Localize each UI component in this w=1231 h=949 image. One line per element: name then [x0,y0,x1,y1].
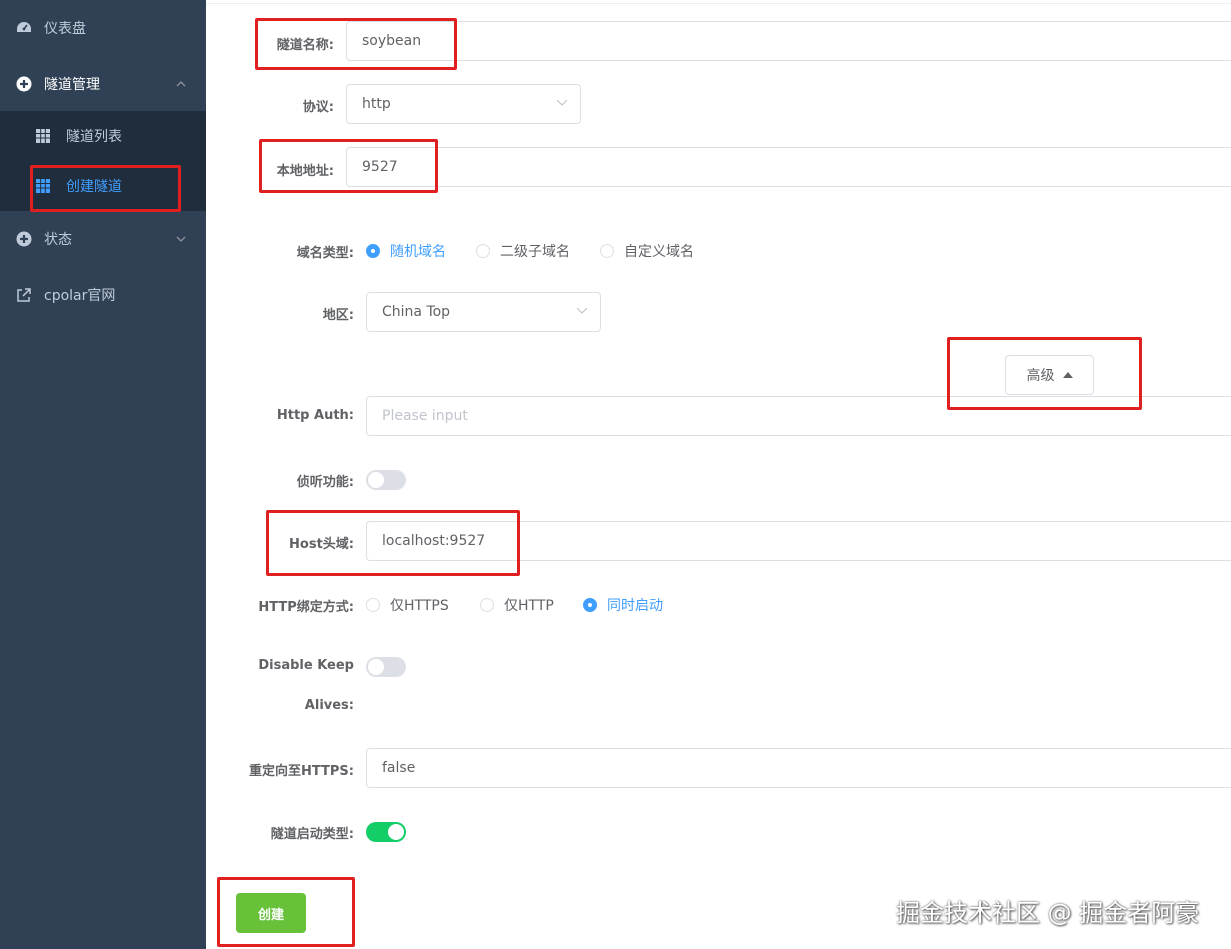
radio-dot [366,244,380,258]
sidebar-item-label: 创建隧道 [66,179,122,195]
chevron-down-icon [576,307,588,314]
sidebar-item-status[interactable]: 状态 [0,211,206,267]
dashboard-icon [17,22,31,32]
protocol-value: http [362,96,391,112]
sidebar-item-dashboard[interactable]: 仪表盘 [0,0,206,56]
radio-both[interactable]: 同时启动 [583,595,663,615]
inspect-switch[interactable] [366,470,406,490]
chevron-down-icon [556,99,568,106]
http-auth-placeholder: Please input [382,408,468,424]
radio-https-only[interactable]: 仅HTTPS [366,595,449,615]
main-content: 隧道名称: soybean 协议: http 本地地址: 9527 域名类型: … [206,0,1231,949]
advanced-label: 高级 [1026,368,1055,384]
chevron-down-icon [176,236,186,242]
start-type-label: 隧道启动类型: [270,827,354,842]
watermark: 掘金技术社区 @ 掘金者阿豪 [896,899,1200,927]
tunnel-name-label: 隧道名称: [276,38,334,53]
http-auth-label: Http Auth: [276,408,354,423]
radio-http-only[interactable]: 仅HTTP [480,595,554,615]
sidebar-item-label: cpolar官网 [44,288,116,304]
sidebar: 仪表盘 隧道管理 隧道列表 创建隧道 状态 cpolar官网 [0,0,206,949]
radio-label: 二级子域名 [500,244,570,260]
sidebar-item-label: 隧道列表 [66,129,122,145]
local-address-input[interactable]: 9527 [346,147,1231,187]
table-icon [36,179,50,193]
radio-dot [480,598,494,612]
radio-label: 仅HTTPS [390,598,449,614]
sidebar-item-tunnel-list[interactable]: 隧道列表 [0,111,206,161]
radio-dot [600,244,614,258]
tunnel-name-input[interactable]: soybean [346,21,1231,61]
radio-dot [583,598,597,612]
tunnel-manage-icon [16,76,32,92]
inspect-label: 侦听功能: [296,475,354,490]
region-label: 地区: [322,308,354,323]
radio-label: 仅HTTP [504,598,554,614]
radio-label: 自定义域名 [624,244,694,260]
sidebar-item-label: 状态 [44,232,72,248]
http-auth-input[interactable]: Please input [366,396,1231,436]
sidebar-item-create-tunnel[interactable]: 创建隧道 [0,161,206,211]
radio-random-domain[interactable]: 随机域名 [366,241,446,261]
sidebar-item-label: 仪表盘 [44,21,86,37]
status-icon [16,231,32,247]
sidebar-item-label: 隧道管理 [44,77,100,93]
create-button[interactable]: 创建 [236,893,306,933]
disable-keep-alive-label: Disable Keep [258,658,354,673]
disable-keep-alive-label-2: Alives: [304,698,354,713]
host-header-input[interactable]: localhost:9527 [366,521,1231,561]
redirect-https-label: 重定向至HTTPS: [248,764,354,779]
external-link-icon [17,288,31,302]
protocol-label: 协议: [302,100,334,115]
chevron-up-icon [176,81,186,87]
region-select[interactable]: China Top [366,292,601,332]
radio-dot [476,244,490,258]
radio-dot [366,598,380,612]
protocol-select[interactable]: http [346,84,581,124]
radio-custom-domain[interactable]: 自定义域名 [600,241,694,261]
sidebar-item-tunnel-manage[interactable]: 隧道管理 [0,56,206,112]
redirect-https-input[interactable]: false [366,748,1231,788]
region-value: China Top [382,304,451,320]
start-type-switch[interactable] [366,822,406,842]
advanced-toggle-button[interactable]: 高级 [1005,355,1094,395]
divider [206,0,1231,4]
table-icon [36,129,50,143]
radio-subdomain[interactable]: 二级子域名 [476,241,570,261]
radio-label: 随机域名 [390,244,446,260]
disable-keep-alive-switch[interactable] [366,657,406,677]
submenu: 隧道列表 创建隧道 [0,111,206,211]
radio-label: 同时启动 [607,598,663,614]
host-header-label: Host头域: [289,537,354,552]
http-bind-label: HTTP绑定方式: [258,600,354,615]
local-address-label: 本地地址: [276,164,334,179]
caret-up-icon [1062,372,1073,378]
sidebar-item-cpolar-site[interactable]: cpolar官网 [0,267,206,323]
domain-type-label: 域名类型: [296,246,354,261]
